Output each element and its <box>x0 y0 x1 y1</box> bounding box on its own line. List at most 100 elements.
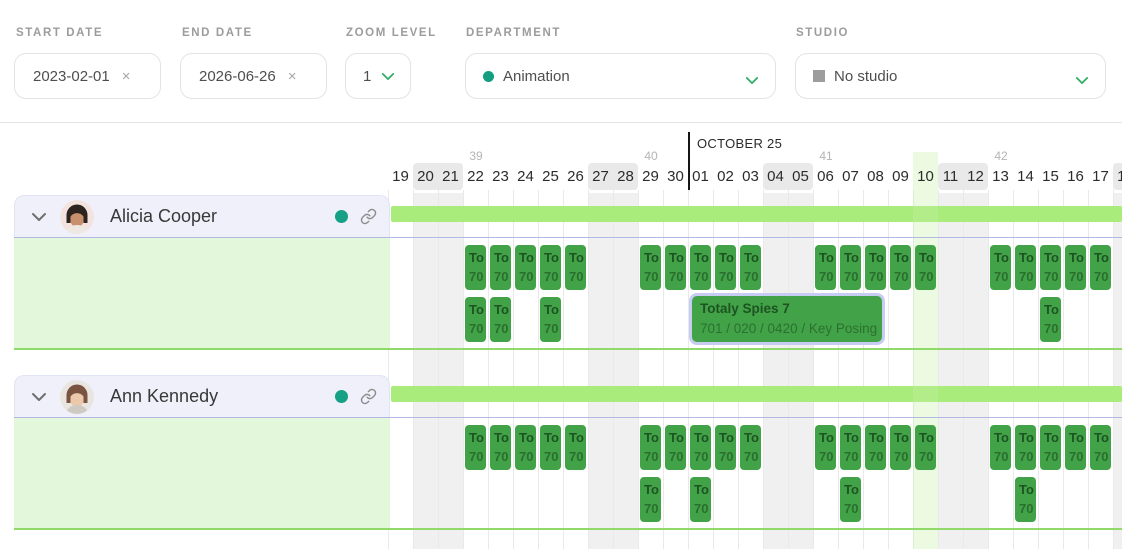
day-09: 09 <box>888 166 913 188</box>
task-cell[interactable]: To70 <box>465 297 486 342</box>
day-gridline <box>563 190 564 549</box>
task-cell[interactable]: To70 <box>640 477 661 522</box>
studio-select[interactable]: No studio <box>795 53 1106 99</box>
day-26: 26 <box>563 166 588 188</box>
day-gridline <box>413 190 414 549</box>
day-19: 19 <box>388 166 413 188</box>
task-cell[interactable]: To70 <box>840 245 861 290</box>
task-cell[interactable]: To70 <box>665 245 686 290</box>
link-icon[interactable] <box>360 208 377 225</box>
task-cell-line2: 70 <box>469 319 486 338</box>
task-cell[interactable]: To70 <box>690 477 711 522</box>
day-gridline <box>613 190 614 549</box>
task-cell[interactable]: To70 <box>1040 425 1061 470</box>
task-cell[interactable]: To70 <box>490 425 511 470</box>
clear-end-date-icon[interactable]: × <box>288 68 297 85</box>
task-cell[interactable]: To70 <box>665 425 686 470</box>
task-cell-line2: 70 <box>844 499 861 518</box>
start-date-input[interactable]: 2023-02-01 × <box>14 53 161 99</box>
task-cell-line2: 70 <box>819 447 836 466</box>
zoom-level-select[interactable]: 1 <box>345 53 411 99</box>
task-cell[interactable]: To70 <box>890 425 911 470</box>
task-cell[interactable]: To70 <box>890 245 911 290</box>
task-cell-line2: 70 <box>1044 447 1061 466</box>
task-cell-line1: To <box>919 428 936 447</box>
task-cell-line1: To <box>469 248 486 267</box>
person-row-header-1[interactable]: Ann Kennedy <box>14 375 390 417</box>
day-gridline <box>838 190 839 549</box>
task-cell[interactable]: To70 <box>990 245 1011 290</box>
task-cell[interactable]: To70 <box>1015 477 1036 522</box>
task-cell[interactable]: To70 <box>690 245 711 290</box>
task-cell[interactable]: To70 <box>840 425 861 470</box>
link-icon[interactable] <box>360 388 377 405</box>
day-gridline <box>788 190 789 549</box>
task-cell[interactable]: To70 <box>1090 425 1111 470</box>
task-cell[interactable]: To70 <box>865 245 886 290</box>
availability-bar <box>391 206 1122 222</box>
day-02: 02 <box>713 166 738 188</box>
task-cell[interactable]: To70 <box>865 425 886 470</box>
task-cell[interactable]: To70 <box>815 245 836 290</box>
task-cell-line1: To <box>1019 428 1036 447</box>
day-gridline <box>938 190 939 549</box>
task-cell[interactable]: To70 <box>515 425 536 470</box>
selected-task-subtitle: 701 / 020 / 0420 / Key Posing <box>700 319 874 338</box>
task-cell-line1: To <box>1069 248 1086 267</box>
task-cell[interactable]: To70 <box>515 245 536 290</box>
task-cell[interactable]: To70 <box>490 245 511 290</box>
task-cell[interactable]: To70 <box>840 477 861 522</box>
task-cell[interactable]: To70 <box>540 297 561 342</box>
department-select[interactable]: Animation <box>465 53 776 99</box>
task-cell[interactable]: To70 <box>640 425 661 470</box>
task-cell[interactable]: To70 <box>1040 297 1061 342</box>
task-cell-line1: To <box>569 248 586 267</box>
task-cell[interactable]: To70 <box>565 245 586 290</box>
chevron-down-icon <box>745 72 759 89</box>
task-cell[interactable]: To70 <box>740 425 761 470</box>
task-cell-line1: To <box>869 248 886 267</box>
task-cell[interactable]: To70 <box>540 425 561 470</box>
collapse-chevron-icon[interactable] <box>31 212 47 222</box>
clear-start-date-icon[interactable]: × <box>122 68 131 85</box>
task-cell[interactable]: To70 <box>815 425 836 470</box>
day-gridline <box>1013 190 1014 549</box>
selected-task-bar[interactable]: Totaly Spies 7701 / 020 / 0420 / Key Pos… <box>689 293 885 345</box>
task-cell[interactable]: To70 <box>990 425 1011 470</box>
task-cell[interactable]: To70 <box>565 425 586 470</box>
task-cell[interactable]: To70 <box>915 425 936 470</box>
day-03: 03 <box>738 166 763 188</box>
task-cell[interactable]: To70 <box>715 425 736 470</box>
task-cell[interactable]: To70 <box>1040 245 1061 290</box>
task-cell-line2: 70 <box>694 267 711 286</box>
task-cell[interactable]: To70 <box>690 425 711 470</box>
task-cell[interactable]: To70 <box>465 245 486 290</box>
task-cell[interactable]: To70 <box>1090 245 1111 290</box>
task-cell-line1: To <box>819 428 836 447</box>
task-cell-line1: To <box>1044 300 1061 319</box>
month-boundary-line <box>688 132 690 190</box>
task-cell[interactable]: To70 <box>465 425 486 470</box>
task-cell[interactable]: To70 <box>740 245 761 290</box>
task-cell[interactable]: To70 <box>1015 245 1036 290</box>
day-gridline <box>663 190 664 549</box>
task-cell-line1: To <box>844 248 861 267</box>
day-gridline <box>688 190 689 549</box>
task-cell[interactable]: To70 <box>915 245 936 290</box>
availability-bar <box>391 386 1122 402</box>
collapse-chevron-icon[interactable] <box>31 392 47 402</box>
task-cell[interactable]: To70 <box>1015 425 1036 470</box>
task-cell-line2: 70 <box>1019 499 1036 518</box>
day-01: 01 <box>688 166 713 188</box>
end-date-input[interactable]: 2026-06-26 × <box>180 53 327 99</box>
task-cell[interactable]: To70 <box>640 245 661 290</box>
week-number: 41 <box>811 149 841 163</box>
task-cell[interactable]: To70 <box>1065 245 1086 290</box>
day-gridline <box>988 190 989 549</box>
task-cell[interactable]: To70 <box>490 297 511 342</box>
task-cell[interactable]: To70 <box>715 245 736 290</box>
task-cell-line1: To <box>894 248 911 267</box>
person-row-header-0[interactable]: Alicia Cooper <box>14 195 390 237</box>
task-cell[interactable]: To70 <box>1065 425 1086 470</box>
task-cell[interactable]: To70 <box>540 245 561 290</box>
